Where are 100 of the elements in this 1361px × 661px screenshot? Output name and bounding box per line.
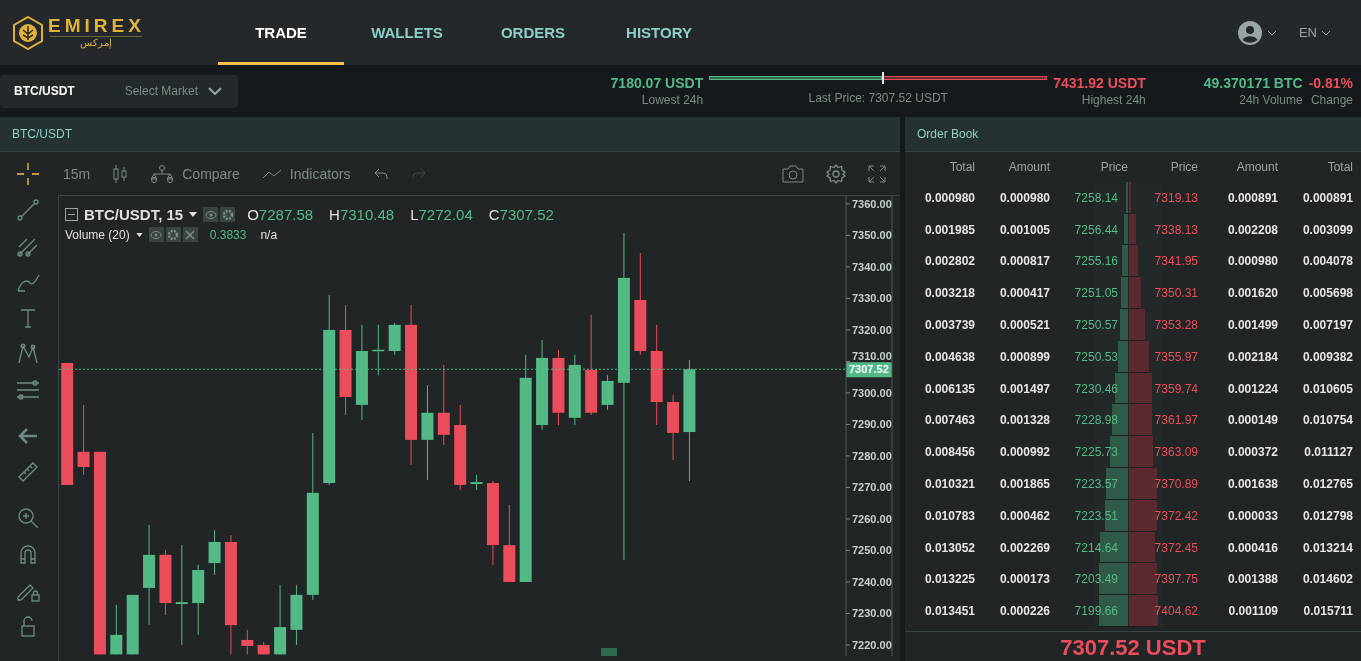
- nav-tab[interactable]: ORDERS: [470, 0, 596, 65]
- bid-price-cell: 7250.53: [1074, 349, 1118, 364]
- price-axis-label: 7240.00: [852, 575, 892, 588]
- ask-price-cell: 7353.28: [1154, 317, 1198, 332]
- caret-icon: [1321, 29, 1331, 36]
- candle: [126, 594, 139, 655]
- ask-price-cell: 7361.97: [1154, 413, 1198, 428]
- column-header: Price: [1169, 159, 1198, 174]
- high-price: 7431.92 USDT: [1053, 74, 1146, 92]
- ask-price-cell: 7370.89: [1154, 476, 1198, 491]
- panel-title: Order Book: [917, 127, 979, 141]
- ask-amount-cell-text: 0.001388: [1226, 572, 1278, 587]
- ask-total-cell-text: 0.011127: [1303, 445, 1353, 460]
- line-tool-icon: [14, 196, 41, 223]
- ask-total-cell-text: 0.004078: [1301, 254, 1353, 269]
- undo-icon[interactable]: [372, 166, 389, 181]
- price-axis-label: 7310.00: [852, 350, 892, 363]
- interval-button[interactable]: 15m: [63, 165, 91, 182]
- collapse-icon[interactable]: [65, 208, 78, 221]
- candle: [290, 584, 303, 646]
- ask-total-cell-text: 0.000891: [1301, 190, 1353, 205]
- ask-price-cell: 7319.13: [1154, 190, 1198, 205]
- compare-button[interactable]: Compare: [150, 164, 240, 183]
- candle: [667, 394, 680, 461]
- ask-amount-cell-text: 0.001499: [1226, 317, 1278, 332]
- compare-icon: [150, 164, 175, 183]
- price-axis-label: 7290.00: [852, 418, 892, 431]
- price-axis-label: 7360.00: [852, 197, 892, 210]
- market-selector[interactable]: BTC/USDT Select Market: [0, 74, 238, 108]
- ohlc-label: C: [488, 206, 500, 223]
- caret-icon[interactable]: [189, 212, 198, 217]
- eye-icon[interactable]: [148, 227, 164, 242]
- bid-amount-cell-text: 0.001328: [998, 413, 1050, 428]
- ohlc-value: 7272.04: [418, 206, 473, 223]
- bid-amount-cell-text: 0.000173: [998, 572, 1050, 587]
- candle: [568, 354, 581, 426]
- ohlc-value: 7287.58: [258, 206, 314, 223]
- bid-total-cell-text: 0.008456: [923, 445, 975, 460]
- candle: [241, 629, 254, 655]
- candle: [388, 322, 401, 356]
- candle: [470, 474, 483, 491]
- column-header: Amount: [1235, 159, 1278, 174]
- gear-icon[interactable]: [165, 227, 181, 242]
- ask-price-cell: 7397.75: [1154, 572, 1198, 587]
- bid-total-cell-text: 0.013451: [923, 604, 975, 619]
- bid-price-cell: 7256.44: [1074, 222, 1118, 237]
- panel-title: BTC/USDT: [12, 127, 72, 141]
- volume-indicator-value: 0.3833: [209, 227, 247, 242]
- bid-amount-cell-text: 0.000462: [998, 508, 1050, 523]
- ask-price-cell: 7372.42: [1154, 508, 1198, 523]
- candle: [372, 324, 385, 376]
- volume-bar: [601, 648, 617, 656]
- bid-price-cell: 7225.73: [1074, 445, 1118, 460]
- nav-tab[interactable]: WALLETS: [344, 0, 470, 65]
- candles-icon[interactable]: [112, 163, 129, 184]
- ask-amount-cell-text: 0.001109: [1227, 604, 1278, 619]
- symbol-label[interactable]: BTC/USDT, 15: [84, 206, 184, 223]
- volume-label: 24h Volume: [1239, 92, 1303, 108]
- order-book-last-price: 7307.52 USDT: [1060, 635, 1206, 661]
- account-menu[interactable]: [1237, 20, 1277, 45]
- bid-total-cell-text: 0.002802: [923, 254, 975, 269]
- camera-icon[interactable]: [782, 164, 804, 183]
- nav-tab[interactable]: HISTORY: [596, 0, 722, 65]
- ask-price-cell: 7404.62: [1154, 604, 1198, 619]
- eye-icon[interactable]: [203, 207, 219, 222]
- caret-icon: [1266, 29, 1277, 36]
- language-menu[interactable]: EN: [1298, 25, 1331, 40]
- caret-icon[interactable]: [135, 232, 143, 237]
- candle: [257, 641, 270, 655]
- price-axis-label: 7350.00: [852, 229, 892, 242]
- nav-tab[interactable]: TRADE: [218, 0, 344, 65]
- ask-amount-cell-text: 0.001224: [1226, 381, 1278, 396]
- fullscreen-icon[interactable]: [868, 164, 886, 183]
- volume-indicator-label[interactable]: Volume (20): [65, 227, 130, 242]
- indicators-button[interactable]: Indicators: [261, 165, 351, 182]
- bid-total-cell-text: 0.001985: [923, 222, 975, 237]
- bid-total-cell-text: 0.007463: [923, 413, 975, 428]
- settings-icon[interactable]: [826, 163, 846, 184]
- logo-wordmark: EMIREX: [48, 16, 145, 36]
- ask-price-cell: 7338.13: [1154, 222, 1198, 237]
- ask-amount-cell-text: 0.002184: [1226, 349, 1278, 364]
- gear-icon[interactable]: [220, 207, 236, 222]
- bid-total-cell-text: 0.010783: [923, 508, 975, 523]
- ask-total-cell-text: 0.015711: [1302, 604, 1353, 619]
- bid-amount-cell-text: 0.000992: [998, 445, 1050, 460]
- candle: [159, 549, 172, 616]
- ask-amount-cell-text: 0.000980: [1226, 254, 1278, 269]
- bid-total-cell-text: 0.003739: [923, 317, 975, 332]
- bid-total-cell-text: 0.003218: [923, 286, 975, 301]
- low-label: Lowest 24h: [641, 92, 704, 108]
- bid-amount-cell-text: 0.000521: [998, 317, 1050, 332]
- price-axis-label: 7300.00: [852, 386, 892, 399]
- close-icon[interactable]: [182, 227, 198, 242]
- bid-price-cell: 7258.14: [1074, 190, 1118, 205]
- bid-price-cell: 7228.98: [1074, 413, 1118, 428]
- price-axis-label: 7280.00: [852, 449, 892, 462]
- bid-total-cell-text: 0.004638: [923, 349, 975, 364]
- bid-price-cell: 7223.51: [1074, 508, 1118, 523]
- crosshair-icon: [14, 160, 41, 187]
- user-avatar-icon: [1237, 20, 1262, 45]
